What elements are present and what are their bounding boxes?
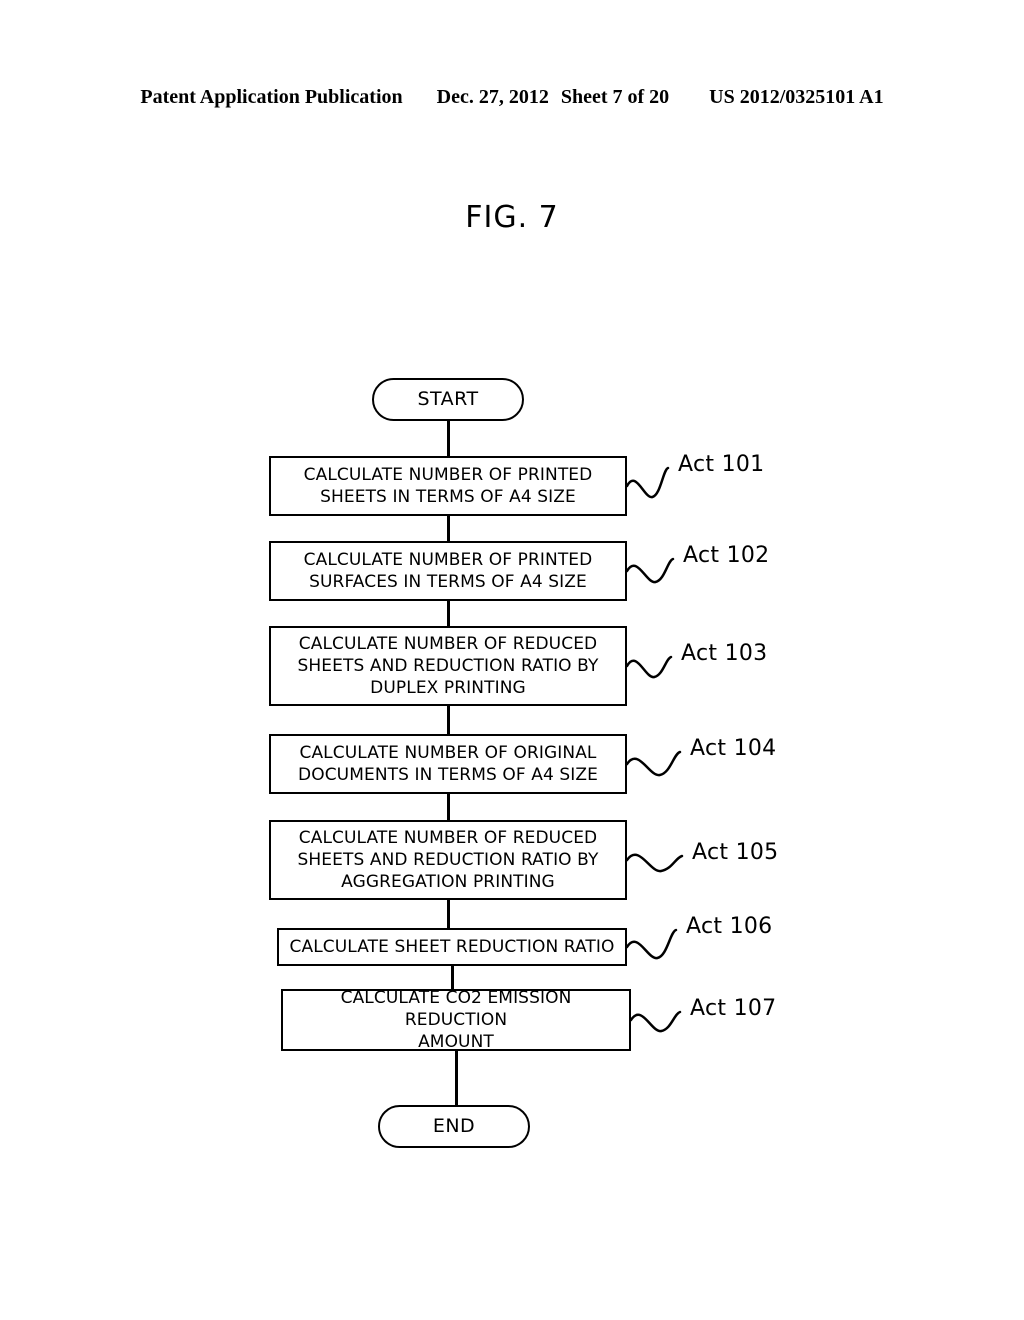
flow-connector-start-to-act101 [447,421,450,456]
flow-connector-act101-to-act102 [447,516,450,541]
flow-node-label: START [417,388,479,411]
act-label-106: Act 106 [686,914,773,939]
flow-node-label: CALCULATE CO2 EMISSION REDUCTION AMOUNT [340,987,572,1053]
flow-node-act104: CALCULATE NUMBER OF ORIGINAL DOCUMENTS I… [269,734,627,794]
flow-node-label: END [432,1115,476,1138]
leader-line-106 [625,928,678,960]
leader-line-105 [625,853,684,873]
flow-node-act103: CALCULATE NUMBER OF REDUCED SHEETS AND R… [269,626,627,706]
flow-node-label: CALCULATE NUMBER OF PRINTED SHEETS IN TE… [303,464,593,507]
leader-line-103 [625,655,673,679]
flowchart-diagram: START CALCULATE NUMBER OF PRINTED SHEETS … [0,0,1024,1320]
leader-line-107 [629,1010,682,1033]
flow-connector-act107-to-end [455,1051,458,1105]
flow-connector-act102-to-act103 [447,601,450,626]
act-label-105: Act 105 [692,840,779,865]
act-label-104: Act 104 [690,736,777,761]
flow-node-end: END [378,1105,530,1148]
flow-connector-act103-to-act104 [447,706,450,734]
act-label-102: Act 102 [683,543,770,568]
flow-node-act101: CALCULATE NUMBER OF PRINTED SHEETS IN TE… [269,456,627,516]
flow-node-act107: CALCULATE CO2 EMISSION REDUCTION AMOUNT [281,987,631,1053]
act-label-101: Act 101 [678,452,765,477]
flow-connector-act104-to-act105 [447,794,450,820]
flow-node-label: CALCULATE NUMBER OF ORIGINAL DOCUMENTS I… [298,742,598,785]
flow-node-act105: CALCULATE NUMBER OF REDUCED SHEETS AND R… [269,820,627,900]
act-label-103: Act 103 [681,641,768,666]
flow-node-start: START [372,378,524,421]
flow-node-label: CALCULATE NUMBER OF PRINTED SURFACES IN … [303,549,593,592]
flow-node-label: CALCULATE NUMBER OF REDUCED SHEETS AND R… [297,827,599,893]
flow-node-label: CALCULATE NUMBER OF REDUCED SHEETS AND R… [297,633,599,699]
leader-line-104 [625,750,682,777]
leader-line-101 [625,466,670,499]
flow-node-label: CALCULATE SHEET REDUCTION RATIO [289,936,615,957]
flow-node-act102: CALCULATE NUMBER OF PRINTED SURFACES IN … [269,541,627,601]
flow-node-act106: CALCULATE SHEET REDUCTION RATIO [277,928,627,966]
flow-connector-act105-to-act106 [447,900,450,928]
leader-line-102 [625,557,675,584]
act-label-107: Act 107 [690,996,777,1021]
flow-connector-act106-to-act107 [451,966,454,989]
